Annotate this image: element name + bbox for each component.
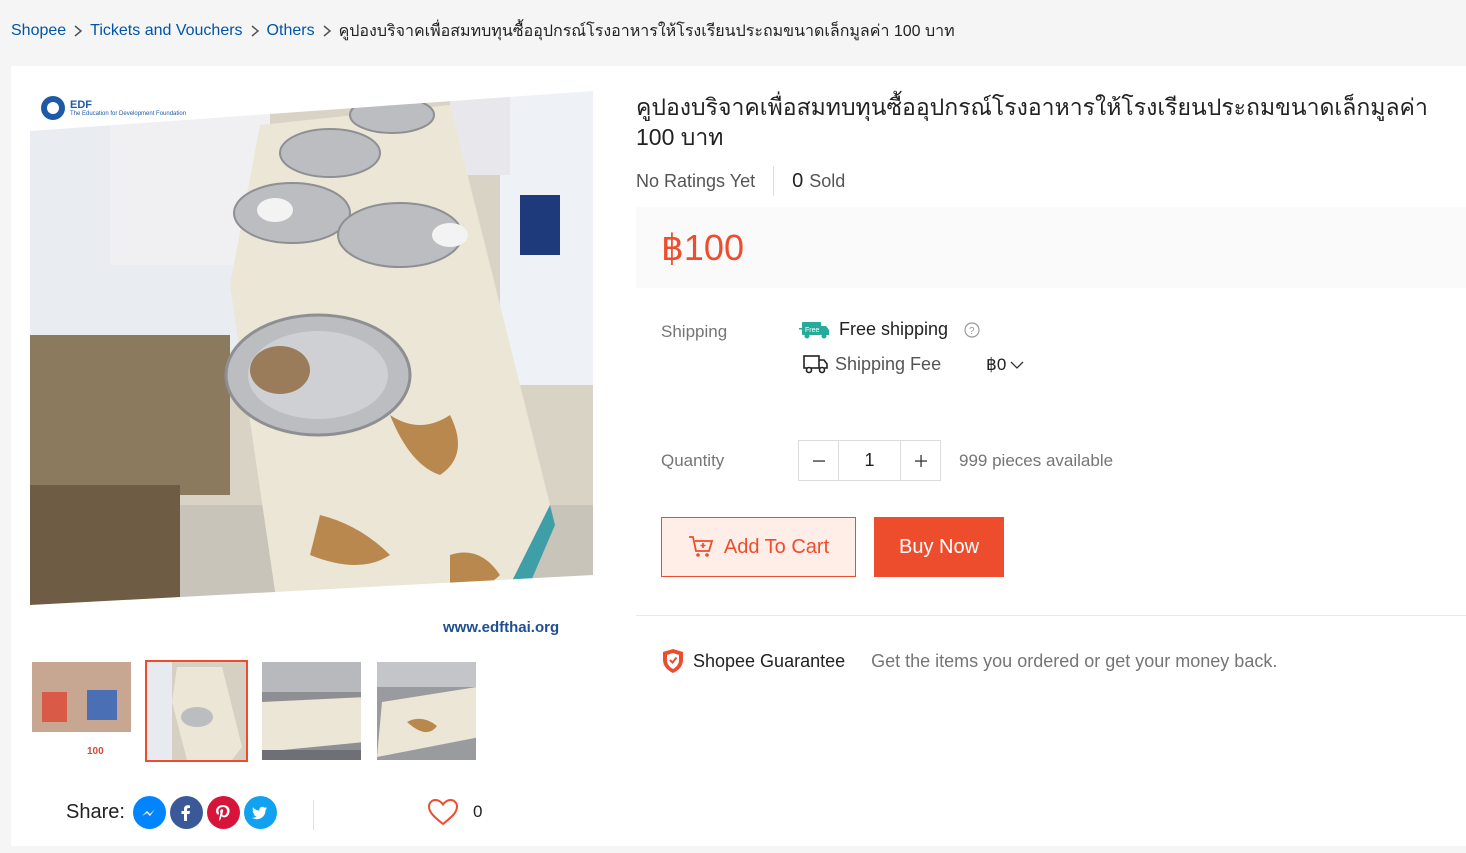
share-divider: [313, 800, 314, 830]
share-label: Share:: [66, 801, 125, 823]
breadcrumb-tickets-vouchers[interactable]: Tickets and Vouchers: [90, 22, 242, 40]
truck-icon: [803, 353, 829, 375]
heart-icon: [427, 798, 459, 826]
product-price: ฿100: [661, 227, 744, 268]
add-to-cart-button[interactable]: Add To Cart: [661, 517, 856, 577]
free-shipping-row: Free Free shipping ?: [799, 319, 980, 340]
shipping-label: Shipping: [661, 322, 728, 341]
sold-label: Sold: [809, 170, 846, 191]
breadcrumb-current: คูปองบริจาคเพื่อสมทบทุนซื้ออุปกรณ์โรงอาห…: [338, 22, 955, 40]
thumbnail-3[interactable]: [260, 660, 363, 762]
rating-divider: [773, 166, 775, 196]
svg-text:?: ?: [969, 326, 975, 337]
minus-icon: [812, 459, 825, 462]
guarantee-text: Get the items you ordered or get your mo…: [871, 650, 1278, 671]
like-count: 0: [473, 802, 483, 821]
add-to-cart-label: Add To Cart: [723, 535, 830, 558]
breadcrumb-others[interactable]: Others: [267, 22, 315, 40]
guarantee-title: Shopee Guarantee: [693, 650, 846, 671]
plus-icon: [914, 454, 927, 467]
thumbnail-4[interactable]: [375, 660, 478, 762]
share-bar: Share:: [66, 796, 277, 829]
help-icon[interactable]: ?: [964, 321, 980, 338]
quantity-stepper: 1: [798, 440, 941, 481]
edf-logo: EDF The Education for Development Founda…: [40, 95, 186, 121]
price-box: ฿100: [636, 207, 1466, 288]
thumbnail-strip: 100: [30, 660, 478, 762]
chevron-right-icon: [250, 25, 260, 37]
free-shipping-icon: Free: [799, 320, 831, 340]
rating-text: No Ratings Yet: [636, 170, 756, 191]
shield-icon: [663, 649, 683, 673]
buy-now-label: Buy Now: [898, 535, 980, 558]
rating-summary: No Ratings Yet 0 Sold: [636, 166, 845, 196]
like-button[interactable]: 0: [427, 798, 482, 826]
thumbnail-1[interactable]: 100: [30, 660, 133, 762]
product-title: คูปองบริจาคเพื่อสมทบทุนซื้ออุปกรณ์โรงอาห…: [636, 94, 1428, 150]
shipping-fee-label: Shipping Fee: [835, 353, 942, 374]
messenger-icon[interactable]: [132, 796, 166, 829]
breadcrumb: Shopee Tickets and Vouchers Others คูปอง…: [11, 20, 955, 42]
decrease-button[interactable]: [799, 441, 838, 480]
section-divider: [636, 615, 1466, 616]
image-watermark: www.edfthai.org: [443, 619, 560, 636]
shipping-fee-dropdown[interactable]: ฿0: [986, 355, 1024, 375]
breadcrumb-shopee[interactable]: Shopee: [11, 22, 66, 40]
shipping-fee-row: Shipping Fee: [803, 353, 941, 375]
chevron-right-icon: [73, 25, 83, 37]
svg-text:100: 100: [87, 746, 104, 757]
product-card: EDF The Education for Development Founda…: [11, 66, 1466, 846]
increase-button[interactable]: [901, 441, 940, 480]
twitter-icon[interactable]: [243, 796, 277, 829]
buy-now-button[interactable]: Buy Now: [874, 517, 1004, 577]
pinterest-icon[interactable]: [206, 796, 240, 829]
quantity-input[interactable]: 1: [838, 441, 901, 480]
chevron-down-icon: [1010, 360, 1024, 370]
thumbnail-2[interactable]: [145, 660, 248, 762]
shipping-fee-value: ฿0: [986, 355, 1007, 374]
sold-count: 0: [792, 169, 804, 192]
svg-text:Free: Free: [805, 327, 820, 334]
cart-icon: [688, 536, 714, 557]
quantity-label: Quantity: [661, 451, 725, 470]
free-shipping-text: Free shipping: [839, 319, 949, 339]
facebook-icon[interactable]: [169, 796, 203, 829]
chevron-right-icon: [322, 25, 332, 37]
available-stock: 999 pieces available: [959, 451, 1114, 470]
product-main-image[interactable]: EDF The Education for Development Founda…: [30, 85, 593, 648]
shopee-guarantee: Shopee Guarantee Get the items you order…: [661, 648, 1277, 674]
